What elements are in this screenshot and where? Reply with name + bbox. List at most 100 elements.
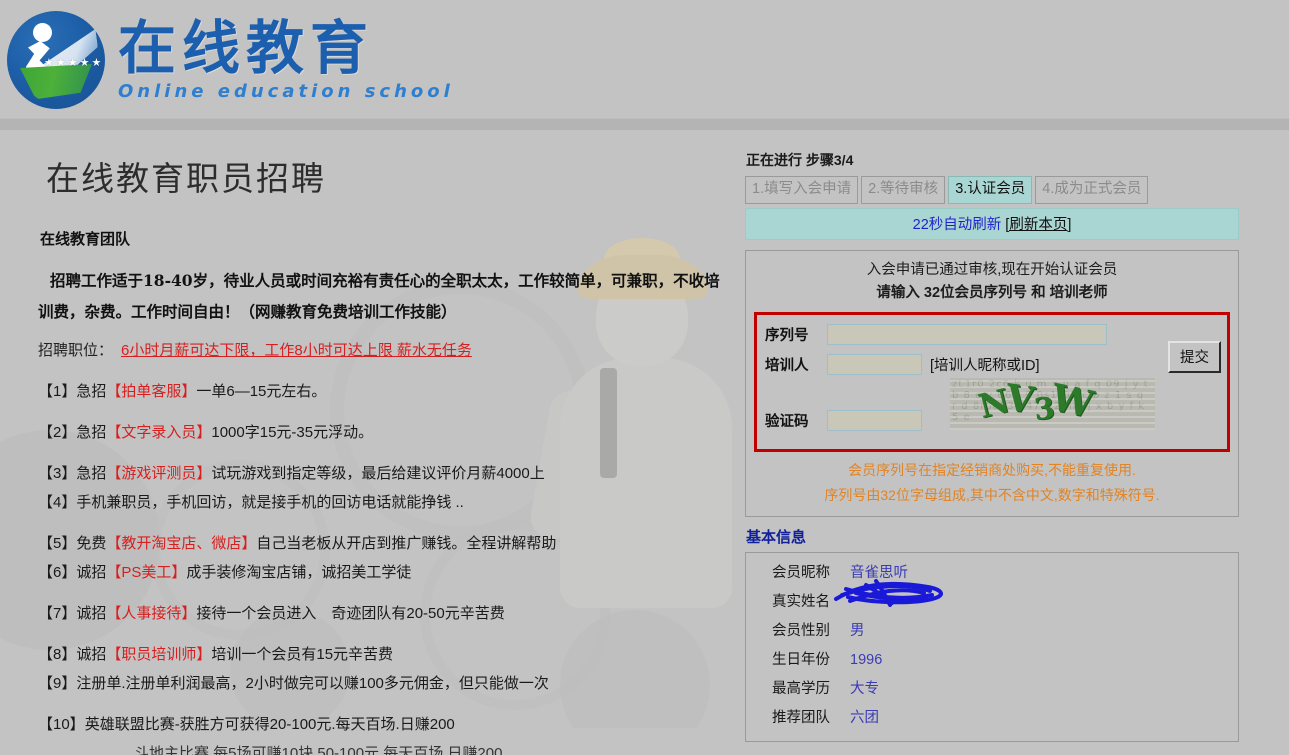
job-prefix: 诚招 xyxy=(76,646,107,663)
job-description: 手机兼职员，手机回访，就是接手机的回访电话就能挣钱 .. xyxy=(76,494,464,511)
job-prefix: 急招 xyxy=(76,383,107,400)
info-row: 会员昵称 音雀思听 xyxy=(746,559,1238,588)
job-prefix: 急招 xyxy=(76,424,107,441)
job-list-item: 【4】手机兼职员，手机回访，就是接手机的回访电话就能挣钱 .. xyxy=(38,488,742,517)
job-description: 一单6—15元左右。 xyxy=(196,383,327,400)
job-index: 【10】 xyxy=(38,716,85,733)
step-tab-3[interactable]: 3.认证会员 xyxy=(948,176,1033,204)
info-value: 男 xyxy=(850,623,865,639)
step-tab-2[interactable]: 2.等待审核 xyxy=(861,176,946,204)
header-divider xyxy=(0,118,1289,130)
auto-refresh-bar: 22秒自动刷新 [刷新本页] xyxy=(745,208,1239,240)
recruitment-content: 在线教育职员招聘 在线教育团队 招聘工作适于18-40岁，待业人员或时间充裕有责… xyxy=(0,130,742,755)
refresh-page-link[interactable]: [刷新本页] xyxy=(1005,217,1071,233)
captcha-label: 验证码 xyxy=(765,414,809,430)
job-description: 试玩游戏到指定等级，最后给建议评价月薪4000上 xyxy=(211,465,545,482)
job-description: 注册单.注册单利润最高，2小时做完可以赚100多元佣金，但只能做一次 xyxy=(76,675,549,692)
job-role: 【PS美工】 xyxy=(106,564,187,581)
authentication-panel: 入会申请已通过审核,现在开始认证会员 请输入 32位会员序列号 和 培训老师 序… xyxy=(745,250,1239,517)
basic-info-rows: 会员昵称 音雀思听真实姓名会员性别 男生日年份 1996 最高学历 大专 推荐团队 六团 xyxy=(746,559,1238,733)
site-header: ★★★★★ 在线教育 Online education school xyxy=(0,0,1289,118)
positions-label: 招聘职位： xyxy=(38,342,114,359)
job-list-item: 【6】诚招【PS美工】成手装修淘宝店铺，诚招美工学徒 xyxy=(38,558,742,587)
info-value: 1996 xyxy=(850,652,883,668)
job-role: 【职员培训师】 xyxy=(106,646,212,663)
basic-info-panel: 会员昵称 音雀思听真实姓名会员性别 男生日年份 1996 最高学历 大专 推荐团队 六团 xyxy=(745,552,1239,742)
info-label: 会员昵称 xyxy=(772,565,830,581)
serial-label: 序列号 xyxy=(765,328,809,344)
job-prefix: 诚招 xyxy=(76,564,107,581)
logo-title-cn: 在线教育 xyxy=(118,13,375,82)
job-index: 【4】 xyxy=(38,494,77,511)
auth-status-text: 入会申请已通过审核,现在开始认证会员 xyxy=(866,262,1118,278)
certification-form: 序列号 培训人 [培训人昵称或ID] 验证码 zL1r0 2c6 k u m x… xyxy=(754,312,1230,452)
info-row: 真实姓名 xyxy=(746,588,1238,617)
info-label: 最高学历 xyxy=(772,681,830,697)
logo-title-en: Online education school xyxy=(118,80,454,102)
basic-info-title: 基本信息 xyxy=(746,529,807,546)
info-row: 生日年份 1996 xyxy=(746,646,1238,675)
recruitment-intro: 招聘工作适于18-40岁，待业人员或时间充裕有责任心的全职太太，工作较简单，可兼… xyxy=(38,271,720,321)
job-prefix: 急招 xyxy=(76,465,107,482)
job-list: 【1】急招【拍单客服】一单6—15元左右。 【2】急招【文字录入员】1000字15… xyxy=(38,377,742,755)
site-logo[interactable]: ★★★★★ 在线教育 Online education school xyxy=(4,6,1289,114)
auth-instruction-trainer: 培训老师 xyxy=(1049,285,1108,301)
serial-input[interactable] xyxy=(827,324,1107,345)
trainer-label: 培训人 xyxy=(765,358,809,374)
job-list-item: 【9】注册单.注册单利润最高，2小时做完可以赚100多元佣金，但只能做一次 xyxy=(38,669,742,698)
team-name: 在线教育团队 xyxy=(40,230,131,248)
job-role: 【游戏评测员】 xyxy=(106,465,212,482)
job-list-item: 【10】英雄联盟比赛-获胜方可获得20-100元.每天百场.日赚200 xyxy=(38,710,742,739)
job-list-item: 【5】免费【教开淘宝店、微店】自己当老板从开店到推广赚钱。全程讲解帮助 xyxy=(38,529,742,558)
job-prefix: 诚招 xyxy=(76,605,107,622)
job-role: 【文字录入员】 xyxy=(106,424,212,441)
job-description: 培训一个会员有15元辛苦费 xyxy=(211,646,394,663)
info-value: 六团 xyxy=(850,710,879,726)
info-row: 会员性别 男 xyxy=(746,617,1238,646)
info-value: 音雀思听 xyxy=(850,565,908,581)
job-index: 【5】 xyxy=(38,535,77,552)
job-index: 【9】 xyxy=(38,675,77,692)
job-description: 接待一个会员进入 奇迹团队有20-50元辛苦费 xyxy=(196,605,505,622)
captcha-row: 验证码 zL1r0 2c6 k u m x u a f q 09 j y t b… xyxy=(765,378,1217,431)
step-tab-1[interactable]: 1.填写入会申请 xyxy=(745,176,859,204)
serial-row: 序列号 xyxy=(765,324,1217,345)
job-description: 英雄联盟比赛-获胜方可获得20-100元.每天百场.日赚200 xyxy=(84,716,455,733)
trainer-input[interactable] xyxy=(827,354,922,375)
info-label: 生日年份 xyxy=(772,652,830,668)
info-row: 推荐团队 六团 xyxy=(746,704,1238,733)
job-index: 【8】 xyxy=(38,646,77,663)
job-list-item: 【3】急招【游戏评测员】试玩游戏到指定等级，最后给建议评价月薪4000上 xyxy=(38,459,742,488)
auth-instruction-mid: 和 xyxy=(1027,285,1050,301)
job-list-item: 【8】诚招【职员培训师】培训一个会员有15元辛苦费 xyxy=(38,640,742,669)
job-role: 【教开淘宝店、微店】 xyxy=(106,535,257,552)
logo-emblem-icon: ★★★★★ xyxy=(4,8,108,112)
submit-button[interactable]: 提交 xyxy=(1168,341,1221,373)
auth-instruction-text: 请输入 32位会员序列号 和 培训老师 xyxy=(754,282,1230,305)
job-list-item: 【2】急招【文字录入员】1000字15元-35元浮动。 xyxy=(38,418,742,447)
warning-line-2: 序列号由32位字母组成,其中不含中文,数字和特殊符号. xyxy=(824,487,1160,503)
job-description: 自己当老板从开店到推广赚钱。全程讲解帮助 xyxy=(256,535,557,552)
job-role: 【拍单客服】 xyxy=(106,383,197,400)
job-prefix: 免费 xyxy=(76,535,107,552)
step-tabs: 1.填写入会申请 2.等待审核 3.认证会员 4.成为正式会员 xyxy=(745,176,1242,204)
job-index: 【2】 xyxy=(38,424,77,441)
info-label: 真实姓名 xyxy=(772,594,830,610)
warning-line-1: 会员序列号在指定经销商处购买,不能重复使用. xyxy=(848,462,1136,478)
job-description: 成手装修淘宝店铺，诚招美工学徒 xyxy=(186,564,412,581)
step-heading: 正在进行 步骤3/4 xyxy=(746,152,854,168)
info-row: 最高学历 大专 xyxy=(746,675,1238,704)
job-description: 1000字15元-35元浮动。 xyxy=(211,424,374,441)
captcha-image[interactable]: zL1r0 2c6 k u m x u a f q 09 j y t b 8 e… xyxy=(950,378,1155,430)
trainer-row: 培训人 [培训人昵称或ID] xyxy=(765,354,1217,375)
trainer-hint: [培训人昵称或ID] xyxy=(930,358,1040,374)
positions-highlight-link[interactable]: 6小时月薪可达下限，工作8小时可达上限 薪水无任务 xyxy=(121,342,472,359)
job-index: 【3】 xyxy=(38,465,77,482)
auth-instruction-serial: 32位会员序列号 xyxy=(923,285,1028,301)
captcha-input[interactable] xyxy=(827,410,922,431)
step-tab-4[interactable]: 4.成为正式会员 xyxy=(1035,176,1149,204)
logo-stars: ★★★★★ xyxy=(44,57,104,69)
auth-instruction-prefix: 请输入 xyxy=(876,285,924,301)
positions-heading: 招聘职位： 6小时月薪可达下限，工作8小时可达上限 薪水无任务 xyxy=(38,337,742,365)
job-list-item: 【1】急招【拍单客服】一单6—15元左右。 xyxy=(38,377,742,406)
